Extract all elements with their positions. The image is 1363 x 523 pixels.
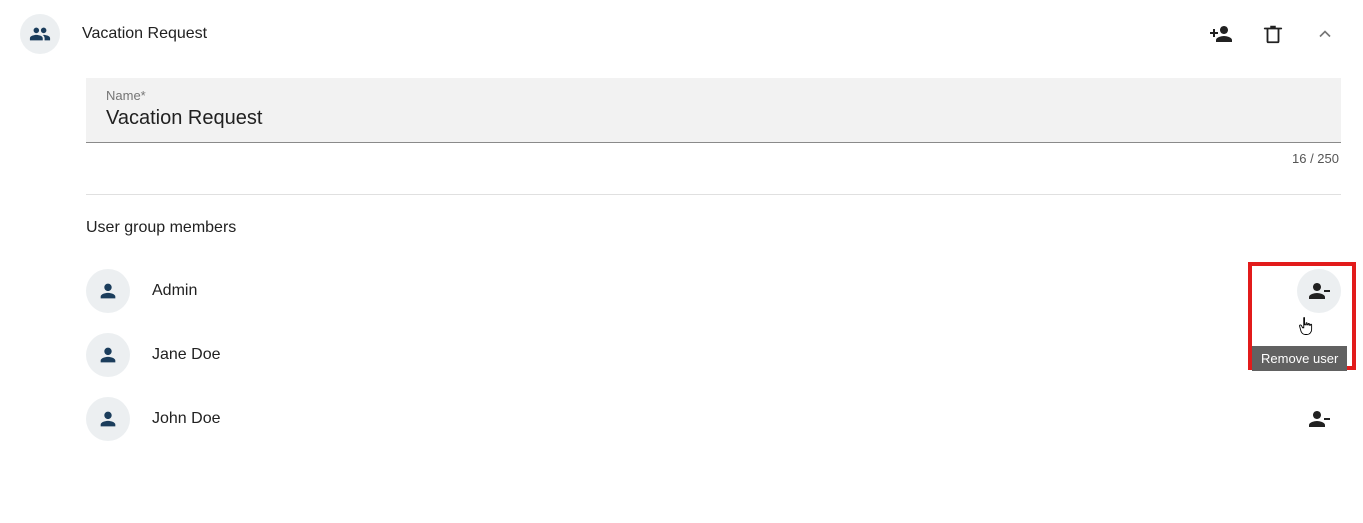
member-row: Jane Doe — [86, 323, 1341, 387]
person-icon — [86, 333, 130, 377]
member-name: Jane Doe — [152, 346, 1297, 364]
name-input[interactable] — [106, 107, 1321, 130]
member-name: John Doe — [152, 410, 1297, 428]
member-row: John Doe — [86, 387, 1341, 451]
remove-user-button[interactable] — [1297, 397, 1341, 441]
person-icon — [86, 397, 130, 441]
member-name: Admin — [152, 282, 1297, 300]
group-header: Vacation Request — [0, 0, 1363, 68]
header-title: Vacation Request — [82, 25, 1207, 43]
group-icon — [20, 14, 60, 54]
char-counter: 16 / 250 — [86, 151, 1341, 166]
member-row: Admin — [86, 259, 1341, 323]
name-label: Name* — [106, 88, 1321, 103]
members-section-title: User group members — [86, 219, 1341, 237]
add-user-button[interactable] — [1207, 20, 1235, 48]
tooltip: Remove user — [1252, 346, 1347, 371]
delete-button[interactable] — [1259, 20, 1287, 48]
divider — [86, 194, 1341, 195]
remove-user-button[interactable] — [1297, 269, 1341, 313]
header-actions — [1207, 20, 1343, 48]
person-icon — [86, 269, 130, 313]
content-area: Name* 16 / 250 User group members Admin … — [0, 68, 1363, 451]
name-field[interactable]: Name* — [86, 78, 1341, 143]
collapse-button[interactable] — [1311, 20, 1339, 48]
